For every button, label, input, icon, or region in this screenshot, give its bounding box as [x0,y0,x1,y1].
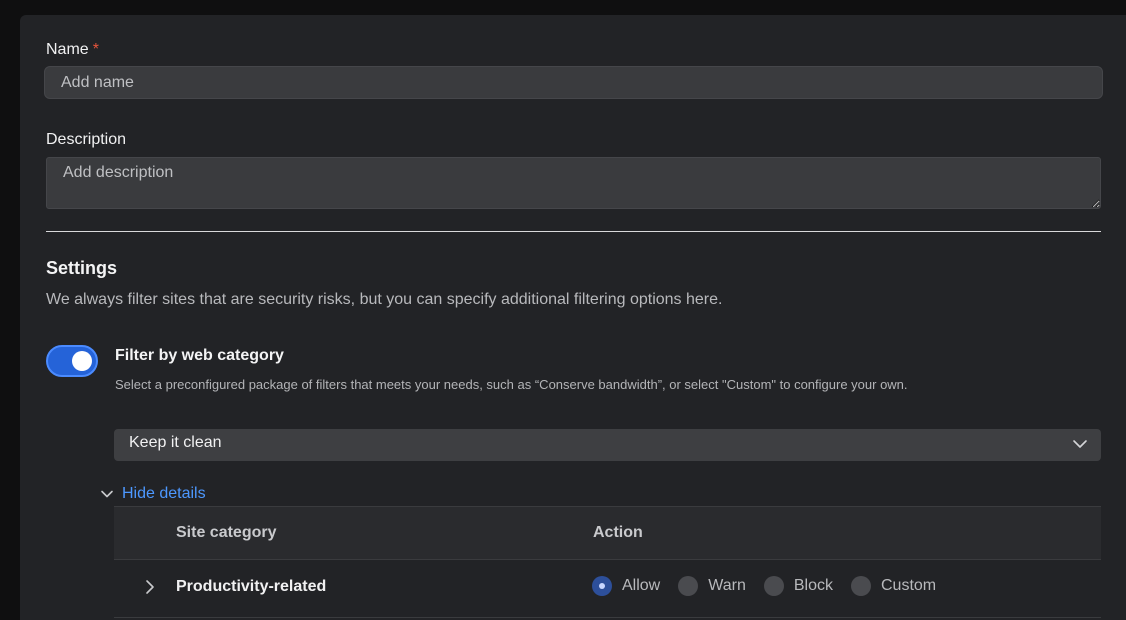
hide-details-link[interactable]: Hide details [100,484,206,504]
category-table: Site category Action Productivity-relate… [114,506,1101,620]
description-label: Description [46,131,127,148]
radio-block[interactable]: Block [763,576,833,596]
radio-custom[interactable]: Custom [851,576,936,596]
name-label-text: Name [46,41,89,58]
hide-details-label: Hide details [122,485,206,502]
name-input[interactable] [44,66,1103,99]
description-input[interactable] [46,157,1101,209]
filter-toggle-title: Filter by web category [115,347,284,364]
chevron-down-icon [101,490,113,498]
required-indicator: * [92,41,99,58]
section-divider [46,231,1101,232]
radio-label: Allow [622,577,661,594]
column-header-action: Action [593,524,643,541]
radio-warn[interactable]: Warn [678,576,746,596]
chevron-right-icon[interactable] [142,579,158,595]
settings-heading: Settings [46,258,118,278]
table-row: Productivity-related Allow Warn Block Cu… [114,560,1101,618]
filter-package-select[interactable]: Keep it clean [114,429,1101,461]
row-category-name: Productivity-related [176,578,327,595]
radio-button-checked[interactable] [592,576,612,596]
name-label: Name * [46,41,99,59]
settings-help-text: We always filter sites that are security… [46,291,723,308]
radio-label: Block [793,577,833,594]
radio-button[interactable] [678,576,699,596]
column-header-site-category: Site category [176,524,277,541]
chevron-down-icon [1073,440,1087,448]
radio-label: Custom [881,577,937,594]
radio-label: Warn [708,577,746,594]
radio-button[interactable] [851,576,871,596]
action-radio-group: Allow Warn Block Custom [592,576,954,596]
filter-toggle-description: Select a preconfigured package of filter… [115,377,908,392]
table-header: Site category Action [114,506,1101,560]
policy-form-panel: Name* Description Settings We always fil… [20,15,1126,620]
select-value: Keep it clean [129,434,222,451]
filter-by-category-toggle[interactable] [46,345,98,377]
radio-allow[interactable]: Allow [592,576,660,596]
radio-button[interactable] [763,576,784,596]
toggle-knob [72,351,92,371]
